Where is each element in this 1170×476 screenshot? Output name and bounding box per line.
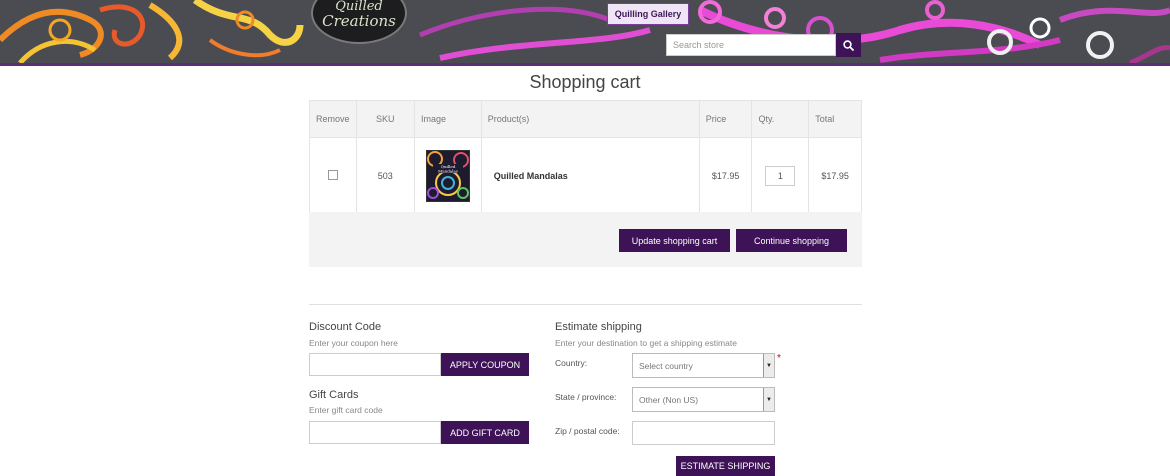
zip-label: Zip / postal code: [555,426,620,436]
search-input[interactable] [666,34,836,56]
cart-actions: Update shopping cart Continue shopping [309,212,862,267]
logo-text-line2: Creations [322,12,396,30]
quantity-input[interactable] [765,165,796,186]
column-price: Price [698,100,753,138]
gift-card-input[interactable] [309,421,441,444]
discount-hint: Enter your coupon here [309,338,398,348]
quilling-decoration [0,0,1170,63]
required-marker: * [777,353,781,364]
price-cell: $17.95 [698,137,753,214]
product-cell: Quilled Mandalas [480,137,700,214]
apply-coupon-button[interactable]: APPLY COUPON [441,353,529,376]
column-total: Total [808,100,862,138]
section-divider [309,304,862,305]
mandala-cover-art: Quilled Mandalas [426,150,469,201]
column-sku: SKU [355,100,415,138]
cart-table: Remove SKU Image Product(s) Price Qty. T… [309,100,862,214]
page-title: Shopping cart [529,72,641,92]
header-divider [0,63,1170,66]
table-row: 503 Quilled Mandalas Quilled Mandalas $1… [309,137,862,214]
continue-shopping-button[interactable]: Continue shopping [736,229,847,252]
search-button[interactable] [836,33,861,57]
image-cell: Quilled Mandalas [413,137,482,214]
coupon-input[interactable] [309,353,441,376]
state-select-value: Other (Non US) [639,394,699,405]
column-qty: Qty. [751,100,810,138]
shipping-hint: Enter your destination to get a shipping… [555,338,737,348]
update-cart-button[interactable]: Update shopping cart [619,229,730,252]
country-select-value: Select country [639,360,693,371]
chevron-down-icon: ▼ [763,354,774,377]
remove-checkbox[interactable] [327,169,338,180]
cart-header-row: Remove SKU Image Product(s) Price Qty. T… [309,100,862,138]
state-label: State / province: [555,392,617,402]
shipping-title: Estimate shipping [555,321,642,333]
state-select[interactable]: Other (Non US) ▼ [632,387,775,412]
column-remove: Remove [309,100,357,138]
chevron-down-icon: ▼ [763,388,774,411]
svg-text:Mandalas: Mandalas [438,168,458,173]
gift-title: Gift Cards [309,389,359,401]
quilling-gallery-button[interactable]: Quilling Gallery [607,3,689,25]
product-thumbnail[interactable]: Quilled Mandalas [425,149,470,202]
total-cell: $17.95 [808,137,862,214]
zip-input[interactable] [632,421,775,445]
add-gift-card-button[interactable]: ADD GIFT CARD [441,421,529,444]
sku-cell: 503 [355,137,415,214]
header-banner: Quilled Creations Quilling Gallery [0,0,1170,63]
estimate-shipping-button[interactable]: ESTIMATE SHIPPING [676,456,775,476]
product-name-link[interactable]: Quilled Mandalas [494,171,568,181]
search-icon [843,39,854,51]
discount-title: Discount Code [309,321,382,333]
gift-hint: Enter gift card code [309,405,383,415]
qty-cell [751,137,810,214]
country-label: Country: [555,358,588,368]
column-image: Image [413,100,482,138]
column-product: Product(s) [480,100,700,138]
remove-cell [309,137,357,214]
country-select[interactable]: Select country ▼ [632,353,775,378]
